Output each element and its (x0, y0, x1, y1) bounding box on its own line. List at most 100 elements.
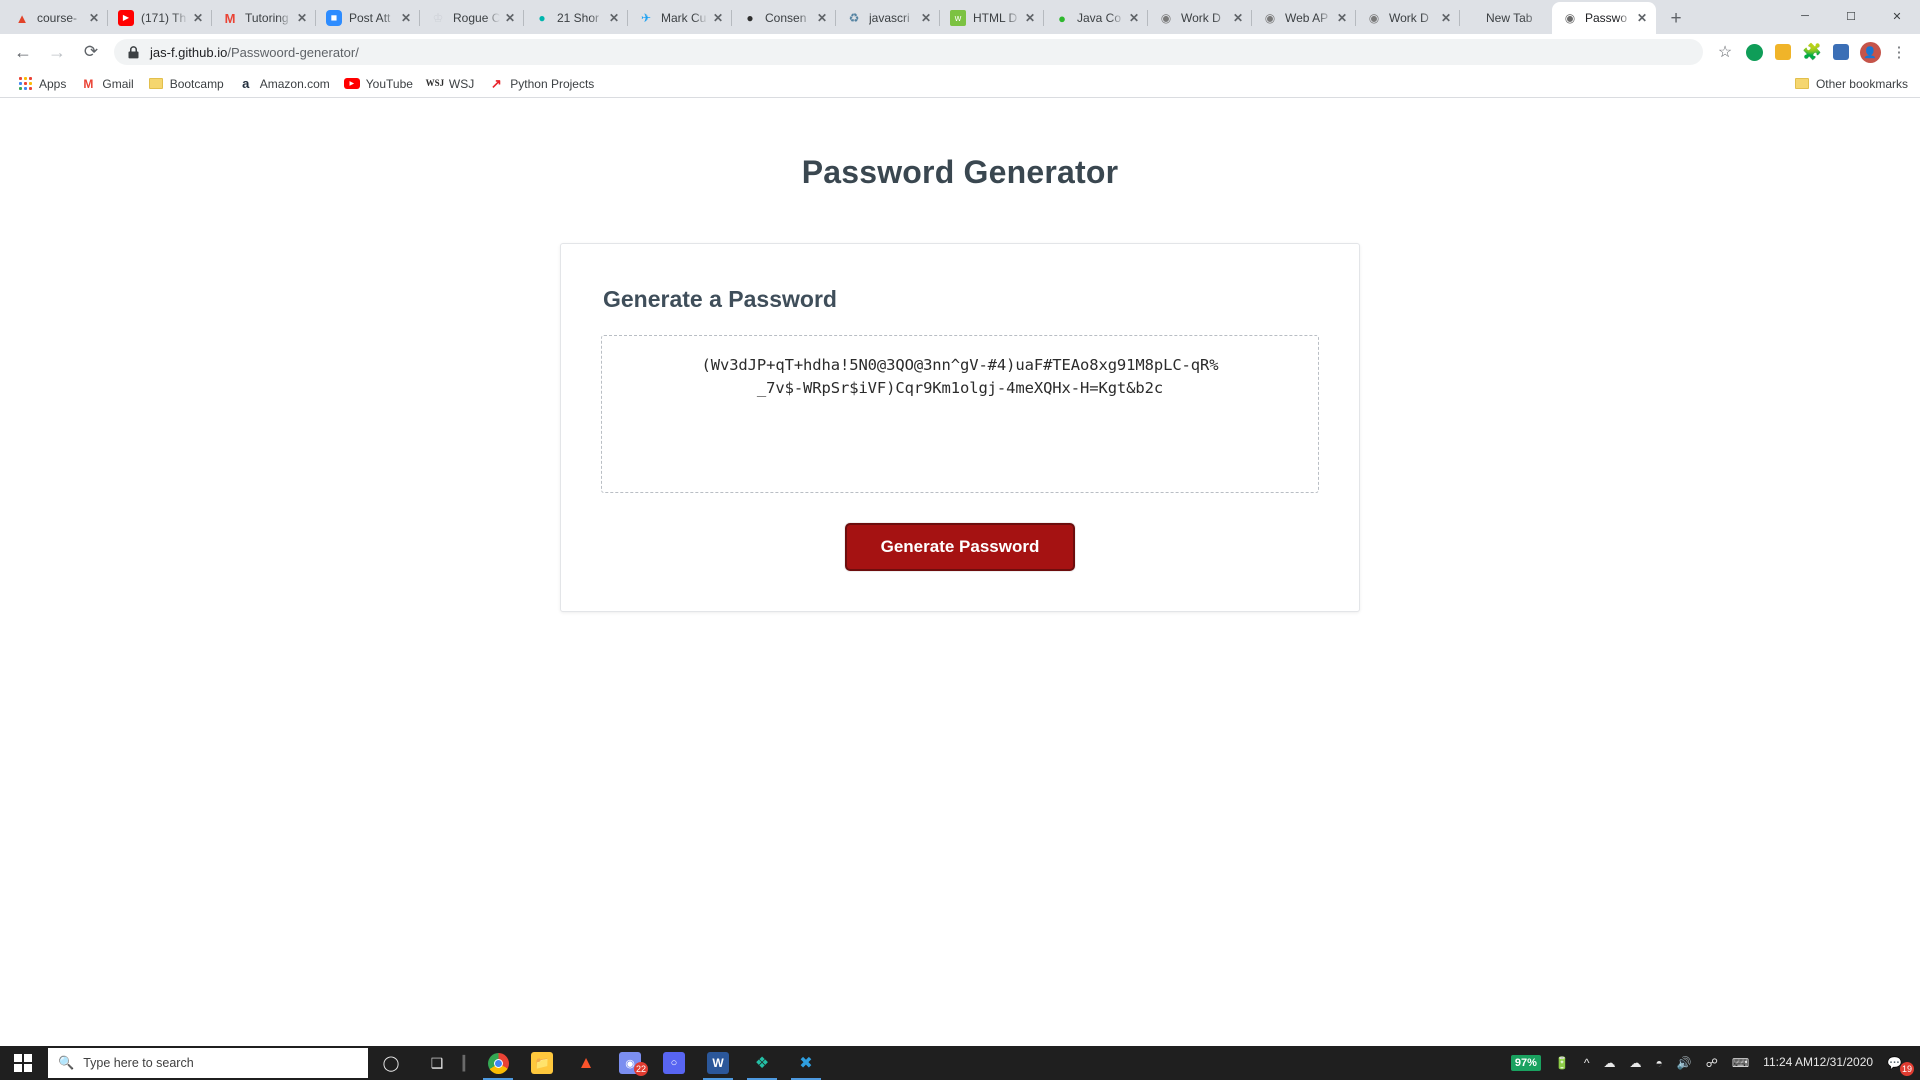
new-tab-button[interactable]: + (1662, 4, 1690, 32)
bookmarks-bar: Apps M Gmail Bootcamp a Amazon.com ▶ You… (0, 70, 1920, 98)
bookmark-python-projects[interactable]: ↗ Python Projects (481, 73, 601, 95)
tab-close-icon[interactable]: ✕ (814, 10, 830, 26)
tab-close-icon[interactable]: ✕ (1334, 10, 1350, 26)
page-title: Password Generator (801, 154, 1119, 190)
browser-tab[interactable]: ● 21 Shor ✕ (524, 2, 628, 34)
battery-icon[interactable]: 🔋 (1548, 1046, 1577, 1080)
taskbar-app-word[interactable]: W (696, 1046, 740, 1080)
puzzle-icon[interactable]: 🧩 (1799, 39, 1825, 65)
generated-password-text: (Wv3dJP+qT+hdha!5N0@3QO@3nn^gV-#4)uaF#TE… (701, 356, 1219, 398)
browser-tab[interactable]: ● Consen ✕ (732, 2, 836, 34)
folder-icon (148, 76, 164, 92)
star-icon[interactable]: ☆ (1712, 39, 1738, 65)
back-button[interactable]: ← (8, 37, 38, 67)
gmail-icon: M (224, 10, 236, 26)
taskbar-app-chrome[interactable] (476, 1046, 520, 1080)
tab-close-icon[interactable]: ✕ (190, 10, 206, 26)
address-bar[interactable]: jas-f.github.io/Passwoord-generator/ (114, 39, 1703, 65)
forward-button[interactable]: → (42, 37, 72, 67)
youtube-icon: ▶ (118, 10, 134, 26)
apps-grid-icon (17, 76, 33, 92)
tab-close-icon[interactable]: ✕ (86, 10, 102, 26)
tab-close-icon[interactable]: ✕ (398, 10, 414, 26)
browser-tab[interactable]: ◼ Post Att ✕ (316, 2, 420, 34)
browser-tab[interactable]: ✈ Mark Cu ✕ (628, 2, 732, 34)
taskbar-app-vscode-insiders[interactable]: ❖ (740, 1046, 784, 1080)
tab-close-icon[interactable]: ✕ (502, 10, 518, 26)
discord2-icon: ○ (663, 1052, 685, 1074)
java-green-icon: ● (1058, 10, 1066, 26)
tab-title: HTML D (973, 11, 1018, 25)
keyboard-icon[interactable]: ⌨ (1725, 1046, 1756, 1080)
other-bookmarks[interactable]: Other bookmarks (1794, 76, 1908, 92)
maximize-button[interactable]: ☐ (1828, 0, 1874, 32)
bluetooth-icon[interactable]: ☍ (1699, 1046, 1725, 1080)
browser-tab[interactable]: New Tab (1460, 2, 1552, 34)
browser-tab[interactable]: ● Java Co ✕ (1044, 2, 1148, 34)
start-button[interactable] (0, 1046, 46, 1080)
taskbar-app-discord[interactable]: ◉ 22 (608, 1046, 652, 1080)
taskbar-app-discord-2[interactable]: ○ (652, 1046, 696, 1080)
tab-close-icon[interactable]: ✕ (710, 10, 726, 26)
browser-tab[interactable]: ▲ course- ✕ (4, 2, 108, 34)
clock[interactable]: 11:24 AM 12/31/2020 (1756, 1046, 1880, 1080)
search-placeholder: Type here to search (83, 1056, 194, 1070)
taskbar-divider: ▎ (462, 1054, 474, 1071)
task-view-icon[interactable]: ❑ (414, 1046, 460, 1080)
browser-tab[interactable]: w HTML D ✕ (940, 2, 1044, 34)
window-controls: ─ ☐ ✕ (1782, 0, 1920, 32)
battery-percent-badge[interactable]: 97% (1504, 1046, 1548, 1080)
bookmark-youtube[interactable]: ▶ YouTube (337, 73, 420, 95)
cloud-icon[interactable]: ☁ (1622, 1046, 1648, 1080)
action-center-icon[interactable]: 💬 19 (1880, 1046, 1916, 1080)
bookmark-amazon[interactable]: a Amazon.com (231, 73, 337, 95)
browser-tab[interactable]: ◉ Work D ✕ (1148, 2, 1252, 34)
lock-icon[interactable] (126, 45, 140, 59)
browser-tab[interactable]: ▶ (171) Th ✕ (108, 2, 212, 34)
tab-title: Rogue C (453, 11, 500, 25)
generate-password-button[interactable]: Generate Password (844, 523, 1076, 571)
browser-tab[interactable]: ◉ Web AP ✕ (1252, 2, 1356, 34)
tab-title: Work D (1181, 11, 1221, 25)
volume-icon[interactable]: 🔊 (1670, 1046, 1699, 1080)
bookmark-apps[interactable]: Apps (10, 73, 73, 95)
bookmark-wsj[interactable]: WSJ WSJ (420, 73, 481, 95)
onedrive-icon[interactable]: ☁ (1596, 1046, 1622, 1080)
tab-close-icon[interactable]: ✕ (1022, 10, 1038, 26)
browser-tab[interactable]: ♔ Rogue C ✕ (420, 2, 524, 34)
extension-green-icon[interactable] (1741, 39, 1767, 65)
notification-badge: 22 (634, 1062, 648, 1076)
chevron-up-icon[interactable]: ^ (1577, 1046, 1597, 1080)
tab-close-icon[interactable]: ✕ (606, 10, 622, 26)
profile-avatar[interactable]: 👤 (1857, 39, 1883, 65)
more-menu-icon[interactable]: ⋮ (1886, 39, 1912, 65)
taskbar-app-vscode[interactable]: ✖ (784, 1046, 828, 1080)
card-title: Generate a Password (603, 286, 837, 312)
taskbar-app-file-explorer[interactable]: 📁 (520, 1046, 564, 1080)
tab-close-icon[interactable]: ✕ (918, 10, 934, 26)
gmail-icon: M (83, 76, 94, 91)
password-display-box[interactable]: (Wv3dJP+qT+hdha!5N0@3QO@3nn^gV-#4)uaF#TE… (601, 335, 1319, 493)
close-window-button[interactable]: ✕ (1874, 0, 1920, 32)
tab-close-icon[interactable]: ✕ (1126, 10, 1142, 26)
extension-blue-icon[interactable] (1828, 39, 1854, 65)
tab-close-icon[interactable]: ✕ (294, 10, 310, 26)
browser-tab[interactable]: ◉ Work D ✕ (1356, 2, 1460, 34)
taskbar-search-input[interactable]: 🔍 Type here to search (48, 1048, 368, 1078)
tab-close-icon[interactable]: ✕ (1634, 10, 1650, 26)
wifi-icon[interactable]: ◓ (1648, 1046, 1669, 1080)
minimize-button[interactable]: ─ (1782, 0, 1828, 32)
extension-yellow-icon[interactable] (1770, 39, 1796, 65)
browser-tab[interactable]: ♻ javascri ✕ (836, 2, 940, 34)
bookmark-gmail[interactable]: M Gmail (73, 73, 140, 95)
browser-tab-active[interactable]: ◉ Passwo ✕ (1552, 2, 1656, 34)
cortana-icon[interactable]: ◯ (368, 1046, 414, 1080)
bookmark-bootcamp[interactable]: Bootcamp (141, 73, 231, 95)
browser-tab[interactable]: M Tutoring ✕ (212, 2, 316, 34)
tab-close-icon[interactable]: ✕ (1438, 10, 1454, 26)
tab-title: Work D (1389, 11, 1429, 25)
reload-button[interactable]: ⟳ (76, 37, 106, 67)
tab-close-icon[interactable]: ✕ (1230, 10, 1246, 26)
url-host: jas-f.github.io (150, 44, 228, 60)
taskbar-app-brave[interactable]: ▲ (564, 1046, 608, 1080)
